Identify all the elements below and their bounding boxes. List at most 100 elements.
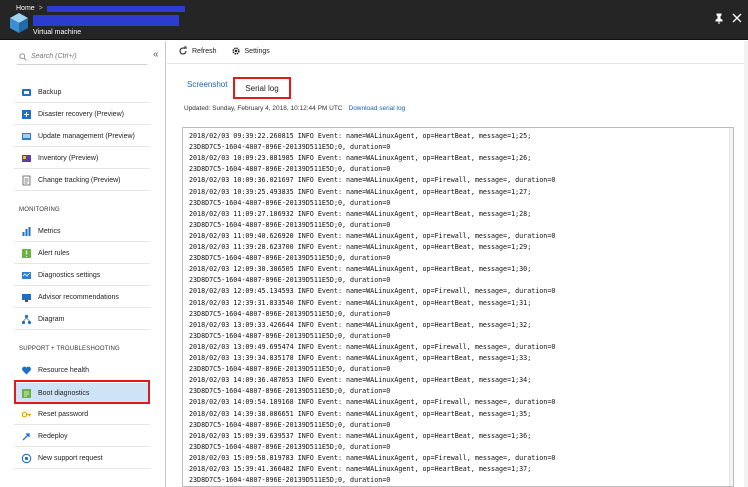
section-header-monitoring: MONITORING [19, 207, 60, 213]
sidebar-item-inventory[interactable]: Inventory (Preview) [14, 148, 150, 169]
blade-scrollbar[interactable] [744, 41, 748, 487]
search-container [17, 49, 147, 65]
sidebar-item-reset-password[interactable]: Reset password [14, 404, 150, 425]
sidebar-item-advisor-recommendations[interactable]: Advisor recommendations [14, 287, 150, 308]
advisor-icon [20, 291, 32, 303]
sidebar-item-label: Inventory (Preview) [38, 154, 99, 162]
serial-log-output[interactable]: 2018/02/03 09:39:22.260815 INFO Event: n… [182, 127, 734, 487]
log-line: 2018/02/03 12:09:45.134593 INFO Event: n… [189, 287, 556, 296]
download-serial-log-link[interactable]: Download serial log [349, 105, 406, 112]
gear-icon [231, 47, 240, 55]
sidebar-item-backup[interactable]: Backup [14, 82, 150, 103]
settings-button[interactable]: Settings [231, 46, 270, 56]
sidebar-item-label: Resource health [38, 366, 89, 374]
log-scrollbar[interactable] [729, 128, 733, 486]
collapse-sidebar-button[interactable]: « [153, 49, 159, 60]
sidebar-item-label: Change tracking (Preview) [38, 176, 121, 184]
metrics-icon [20, 225, 32, 237]
refresh-icon [179, 46, 187, 55]
log-line: 2018/02/03 10:39:25.493835 INFO Event: n… [189, 187, 532, 196]
update-management-icon [20, 130, 32, 142]
blade-header: Home > Virtual machine [0, 0, 748, 40]
sidebar-item-label: Redeploy [38, 432, 68, 440]
log-line: 2018/02/03 13:09:33.426644 INFO Event: n… [189, 320, 532, 329]
sidebar-item-label: Alert rules [38, 249, 70, 257]
log-line: 23D8D7C5-1604-4807-896E-20139D511E5D;0, … [189, 220, 391, 229]
resource-type-subtitle: Virtual machine [33, 29, 82, 36]
sidebar-item-disaster-recovery[interactable]: Disaster recovery (Preview) [14, 104, 150, 125]
backup-icon [20, 86, 32, 98]
updated-timestamp: Updated: Sunday, February 4, 2018, 10:12… [184, 105, 343, 112]
log-line: 2018/02/03 13:39:34.835178 INFO Event: n… [189, 354, 532, 362]
log-line: 2018/02/03 11:09:40.626920 INFO Event: n… [189, 231, 556, 240]
sidebar-item-label: Advisor recommendations [38, 293, 119, 301]
log-line: 2018/02/03 14:09:54.189168 INFO Event: n… [189, 398, 556, 407]
log-line: 23D8D7C5-1604-4807-896E-20139D511E5D;0, … [189, 331, 391, 340]
log-line: 23D8D7C5-1604-4807-896E-20139D511E5D;0, … [189, 143, 391, 152]
inventory-icon [20, 152, 32, 164]
sidebar-item-label: Backup [38, 88, 62, 96]
sidebar-item-change-tracking[interactable]: Change tracking (Preview) [14, 170, 150, 191]
log-line: 2018/02/03 12:39:31.833540 INFO Event: n… [189, 298, 532, 307]
close-icon[interactable] [732, 13, 742, 26]
log-line: 2018/02/03 10:09:23.881985 INFO Event: n… [189, 154, 532, 163]
log-line: 2018/02/03 15:09:58.819783 INFO Event: n… [189, 453, 556, 462]
sidebar-item-label: Disaster recovery (Preview) [38, 110, 124, 118]
alert-rules-icon [20, 247, 32, 259]
sidebar-item-redeploy[interactable]: Redeploy [14, 426, 150, 447]
tab-serial-log[interactable]: Serial log [233, 77, 291, 99]
sidebar-item-label: Reset password [38, 410, 89, 418]
disaster-recovery-icon [20, 108, 32, 120]
sidebar-item-label: New support request [38, 454, 103, 462]
log-line: 2018/02/03 14:09:36.487053 INFO Event: n… [189, 376, 532, 385]
log-line: 2018/02/03 13:09:49.695474 INFO Event: n… [189, 342, 556, 351]
breadcrumb-separator: > [38, 5, 43, 12]
diagnostics-settings-icon [20, 269, 32, 281]
settings-label: Settings [244, 47, 270, 55]
updated-info: Updated: Sunday, February 4, 2018, 10:12… [184, 105, 405, 112]
search-icon [19, 52, 27, 61]
support-request-icon [20, 452, 32, 464]
sidebar-item-label: Diagram [38, 315, 65, 323]
change-tracking-icon [20, 174, 32, 186]
pin-icon[interactable] [714, 13, 724, 27]
log-line: 23D8D7C5-1604-4807-896E-20139D511E5D;0, … [189, 365, 391, 374]
log-line: 2018/02/03 15:39:41.366482 INFO Event: n… [189, 465, 532, 473]
key-icon [20, 408, 32, 420]
sidebar-item-label: Metrics [38, 227, 61, 235]
log-line: 2018/02/03 11:09:27.106932 INFO Event: n… [189, 209, 532, 218]
section-header-support-troubleshooting: SUPPORT + TROUBLESHOOTING [19, 346, 120, 352]
search-input[interactable] [31, 53, 141, 60]
sidebar-item-resource-health[interactable]: Resource health [14, 360, 150, 381]
virtual-machine-icon [10, 13, 28, 33]
diagram-icon [20, 313, 32, 325]
breadcrumb: Home > [16, 5, 185, 12]
log-line: 23D8D7C5-1604-4807-896E-20139D511E5D;0, … [189, 420, 391, 429]
log-line: 2018/02/03 14:39:38.086651 INFO Event: n… [189, 409, 532, 418]
log-line: 23D8D7C5-1604-4807-896E-20139D511E5D;0, … [189, 476, 391, 485]
sidebar-item-label: Diagnostics settings [38, 271, 101, 279]
log-line: 2018/02/03 11:39:28.623700 INFO Event: n… [189, 243, 532, 251]
redeploy-icon [20, 430, 32, 442]
sidebar-item-new-support-request[interactable]: New support request [14, 448, 150, 469]
sidebar-item-alert-rules[interactable]: Alert rules [14, 243, 150, 264]
log-line: 23D8D7C5-1604-4807-896E-20139D511E5D;0, … [189, 387, 391, 396]
refresh-button[interactable]: Refresh [178, 46, 217, 56]
tab-screenshot[interactable]: Screenshot [187, 80, 227, 89]
breadcrumb-home-link[interactable]: Home [16, 5, 35, 12]
log-line: 2018/02/03 09:39:22.260815 INFO Event: n… [189, 132, 532, 140]
log-line: 23D8D7C5-1604-4807-896E-20139D511E5D;0, … [189, 276, 391, 285]
tab-strip: Screenshot Serial log [187, 77, 291, 99]
sidebar-item-metrics[interactable]: Metrics [14, 221, 150, 242]
sidebar-item-diagram[interactable]: Diagram [14, 309, 150, 330]
sidebar-item-diagnostics-settings[interactable]: Diagnostics settings [14, 265, 150, 286]
log-line: 2018/02/03 15:09:39.639537 INFO Event: n… [189, 431, 532, 440]
log-line: 23D8D7C5-1604-4807-896E-20139D511E5D;0, … [189, 165, 391, 174]
sidebar-item-update-management[interactable]: Update management (Preview) [14, 126, 150, 147]
log-line: 2018/02/03 12:09:30.306505 INFO Event: n… [189, 265, 532, 274]
refresh-label: Refresh [192, 47, 217, 55]
boot-diagnostics-highlight [14, 380, 150, 404]
sidebar-item-label: Update management (Preview) [38, 132, 135, 140]
resource-health-icon [20, 364, 32, 376]
log-line: 23D8D7C5-1604-4807-896E-20139D511E5D;0, … [189, 254, 391, 263]
